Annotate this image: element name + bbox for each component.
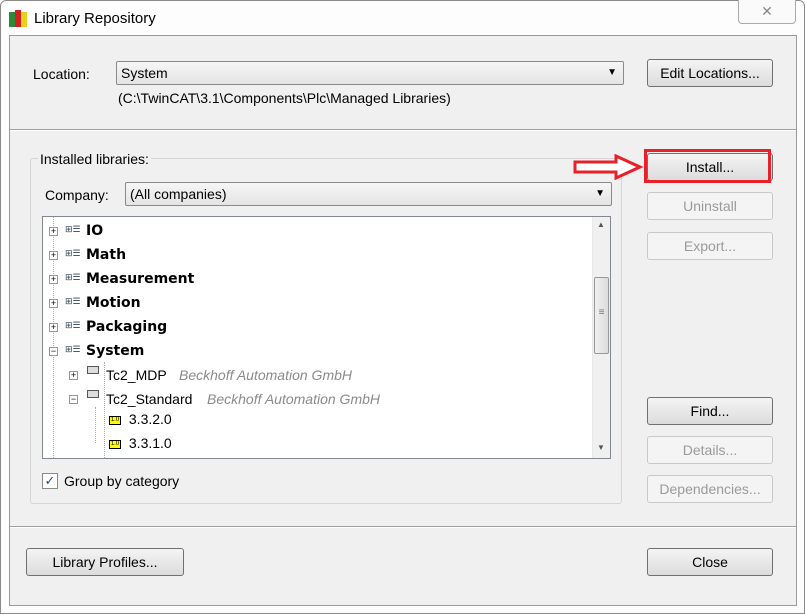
tree-category-math[interactable]: + ⊞☰ Math xyxy=(43,244,588,266)
library-vendor: Beckhoff Automation GmbH xyxy=(179,367,353,383)
company-value: (All companies) xyxy=(130,186,227,202)
library-icon xyxy=(87,366,99,374)
category-icon: ⊞☰ xyxy=(65,272,81,282)
expand-icon[interactable]: + xyxy=(49,299,58,308)
library-icon xyxy=(87,390,99,398)
category-name: Measurement xyxy=(86,271,195,287)
library-name: Tc2_MDP xyxy=(106,367,167,383)
tree-library[interactable]: + Tc2_MDP Beckhoff Automation GmbH xyxy=(43,364,588,386)
category-icon: ⊞☰ xyxy=(65,344,81,354)
version-badge-icon: 1.0 xyxy=(109,415,121,425)
expand-icon[interactable]: + xyxy=(49,251,58,260)
dropdown-arrow-icon: ▼ xyxy=(595,188,605,199)
category-icon: ⊞☰ xyxy=(65,296,81,306)
tree-category-measurement[interactable]: + ⊞☰ Measurement xyxy=(43,268,588,290)
company-label: Company: xyxy=(45,187,109,203)
tree-library[interactable]: − Tc2_Standard Beckhoff Automation GmbH xyxy=(43,388,588,410)
company-select[interactable]: (All companies) ▼ xyxy=(125,182,612,206)
category-name: Math xyxy=(86,247,127,263)
category-name: IO xyxy=(86,223,104,239)
expand-icon[interactable]: + xyxy=(49,227,58,236)
version-number: 3.3.1.0 xyxy=(128,435,172,451)
library-tree[interactable]: + ⊞☰ IO + ⊞☰ Math + ⊞☰ Measurement + ⊞☰ … xyxy=(42,216,611,459)
tree-version[interactable]: 1.0 3.3.1.0 xyxy=(109,432,172,454)
expand-icon[interactable]: + xyxy=(49,275,58,284)
vertical-scrollbar[interactable]: ▲ ≡ ▼ xyxy=(592,217,610,458)
details-button[interactable]: Details... xyxy=(647,436,773,464)
category-name: Packaging xyxy=(86,319,168,335)
scroll-up-arrow-icon[interactable]: ▲ xyxy=(597,220,605,229)
divider xyxy=(10,129,796,131)
category-icon: ⊞☰ xyxy=(65,320,81,330)
library-name: Tc2_Standard xyxy=(106,391,193,407)
location-value: System xyxy=(121,65,168,81)
location-select[interactable]: System ▼ xyxy=(116,61,624,85)
divider xyxy=(10,526,796,528)
scroll-thumb[interactable]: ≡ xyxy=(594,277,609,354)
collapse-icon[interactable]: − xyxy=(69,395,78,404)
installed-libraries-label: Installed libraries: xyxy=(38,151,151,167)
category-name: Motion xyxy=(86,295,141,311)
expand-icon[interactable]: + xyxy=(69,371,78,380)
expand-icon[interactable]: + xyxy=(49,323,58,332)
export-button[interactable]: Export... xyxy=(647,232,773,260)
edit-locations-button[interactable]: Edit Locations... xyxy=(647,59,773,87)
dependencies-button[interactable]: Dependencies... xyxy=(647,475,773,503)
group-by-category-label: Group by category xyxy=(64,473,180,489)
app-icon xyxy=(9,8,29,28)
close-window-button[interactable]: ✕ xyxy=(738,0,796,24)
find-button[interactable]: Find... xyxy=(647,397,773,425)
scroll-down-arrow-icon[interactable]: ▼ xyxy=(597,443,605,452)
library-vendor: Beckhoff Automation GmbH xyxy=(207,391,381,407)
group-by-category-checkbox[interactable]: ✓ xyxy=(42,473,58,489)
category-icon: ⊞☰ xyxy=(65,224,81,234)
location-path: (C:\TwinCAT\3.1\Components\Plc\Managed L… xyxy=(118,90,451,106)
arrow-annotation-icon xyxy=(573,154,644,180)
uninstall-button[interactable]: Uninstall xyxy=(647,192,773,220)
tree-category-packaging[interactable]: + ⊞☰ Packaging xyxy=(43,316,588,338)
tree-category-system[interactable]: − ⊞☰ System xyxy=(43,340,588,362)
tree-category-io[interactable]: + ⊞☰ IO xyxy=(43,220,588,242)
library-profiles-button[interactable]: Library Profiles... xyxy=(26,548,184,576)
window-title: Library Repository xyxy=(34,10,156,27)
version-badge-icon: 1.0 xyxy=(109,439,121,449)
category-name: System xyxy=(86,343,145,359)
close-button[interactable]: Close xyxy=(647,548,773,576)
install-highlight-box xyxy=(644,149,771,183)
version-number: 3.3.2.0 xyxy=(128,411,172,427)
tree-category-motion[interactable]: + ⊞☰ Motion xyxy=(43,292,588,314)
location-label: Location: xyxy=(33,66,90,82)
category-icon: ⊞☰ xyxy=(65,248,81,258)
collapse-icon[interactable]: − xyxy=(49,347,58,356)
dropdown-arrow-icon: ▼ xyxy=(607,67,617,78)
tree-version[interactable]: 1.0 3.3.2.0 xyxy=(109,408,172,430)
x-icon: ✕ xyxy=(761,3,773,19)
